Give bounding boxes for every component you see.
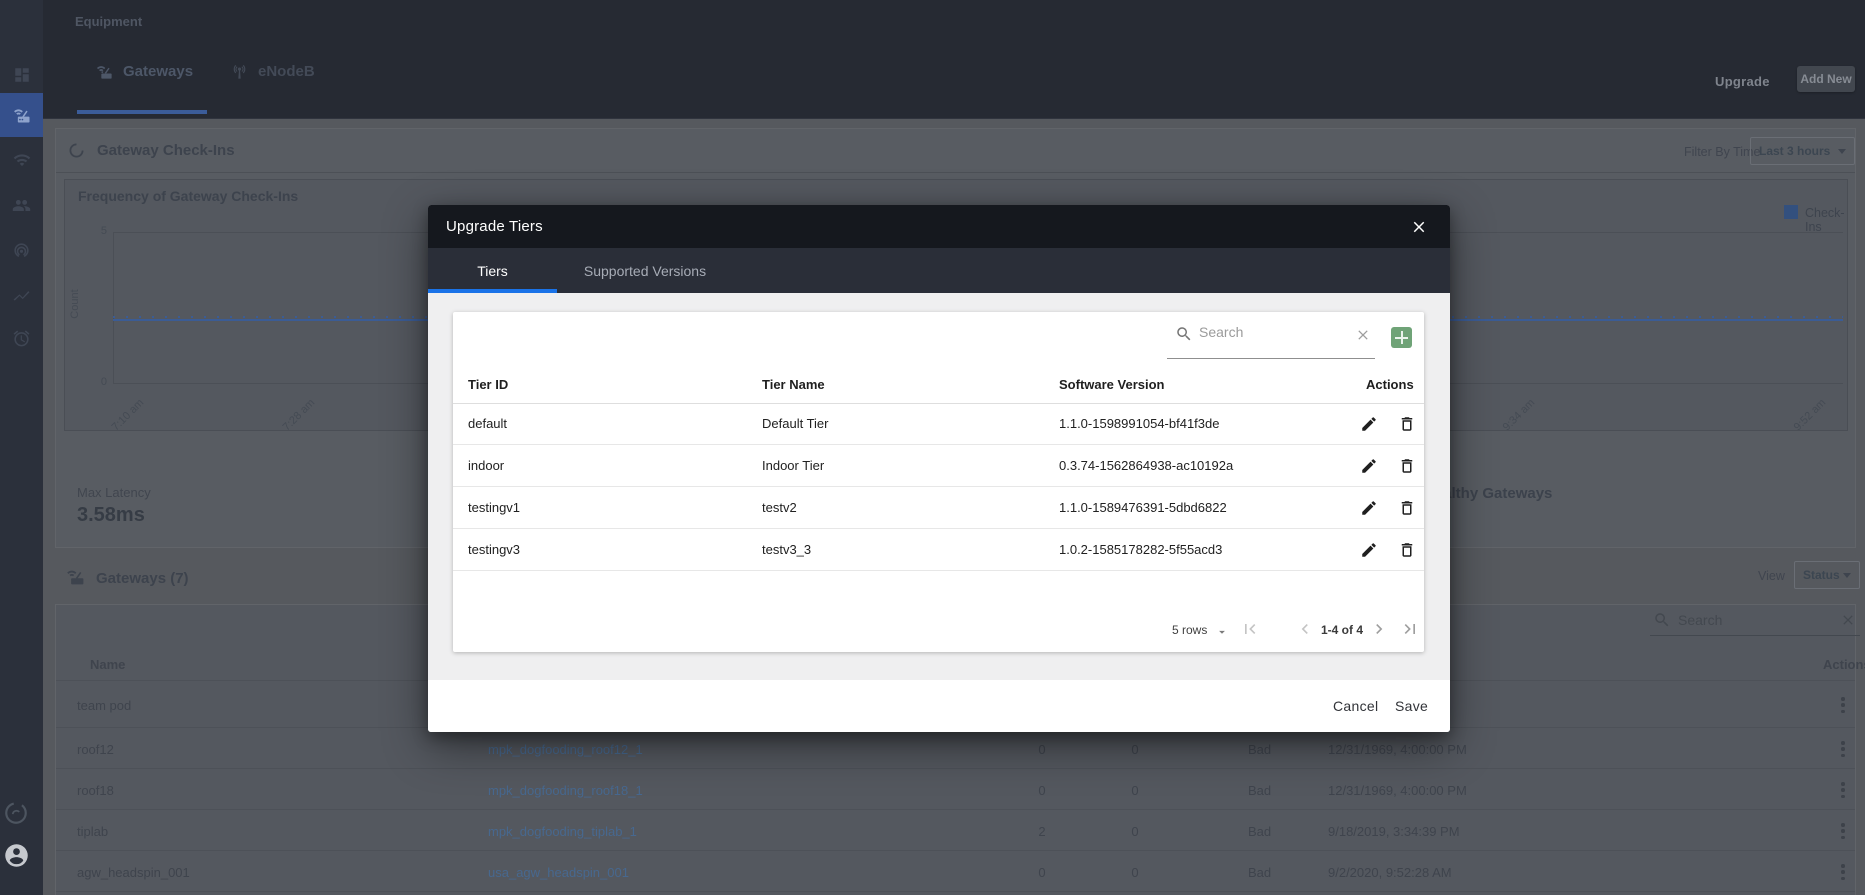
tier-row: testingv3 testv3_3 1.0.2-1585178282-5f55… [453,529,1424,571]
tier-row: default Default Tier 1.1.0-1598991054-bf… [453,403,1424,445]
edit-icon[interactable] [1360,498,1380,518]
pagination-bar: 5 rows 1-4 of 4 [453,615,1424,645]
delete-icon[interactable] [1398,540,1418,560]
last-page-icon[interactable] [1400,619,1420,639]
cell-tier-id: default [468,416,507,431]
dialog-header: Upgrade Tiers [428,205,1450,248]
clear-search-icon[interactable] [1355,326,1373,344]
delete-icon[interactable] [1398,414,1418,434]
search-icon [1175,325,1193,343]
dialog-footer: Cancel Save [428,680,1450,732]
cell-tier-id: testingv3 [468,542,520,557]
save-button[interactable]: Save [1395,698,1428,714]
tiers-search-input[interactable] [1199,324,1349,340]
edit-icon[interactable] [1360,414,1380,434]
cell-tier-name: testv2 [762,500,797,515]
cell-tier-name: Indoor Tier [762,458,824,473]
tab-supported-versions[interactable]: Supported Versions [557,248,733,293]
edit-icon[interactable] [1360,456,1380,476]
chevron-left-icon[interactable] [1295,619,1315,639]
tab-tiers-label: Tiers [477,263,508,279]
page-range-label: 1-4 of 4 [1321,623,1363,637]
cell-version: 1.1.0-1589476391-5dbd6822 [1059,500,1227,515]
caret-down-icon[interactable] [1215,625,1229,639]
tiers-table-card: Tier ID Tier Name Software Version Actio… [453,312,1424,652]
cell-tier-id: indoor [468,458,504,473]
edit-icon[interactable] [1360,540,1380,560]
search-underline [1167,358,1375,359]
screen: Equipment Gateways eNodeB Upgrade Add Ne… [0,0,1865,895]
dialog-tabbar: Tiers Supported Versions [428,248,1450,293]
upgrade-tiers-dialog: Upgrade Tiers Tiers Supported Versions [428,205,1450,732]
delete-icon[interactable] [1398,498,1418,518]
rows-per-page-value[interactable]: 5 rows [1172,623,1207,637]
cell-version: 0.3.74-1562864938-ac10192a [1059,458,1233,473]
close-icon[interactable] [1410,217,1430,237]
tier-row: indoor Indoor Tier 0.3.74-1562864938-ac1… [453,445,1424,487]
col-header-software-version: Software Version [1059,377,1164,392]
add-tier-button[interactable] [1391,327,1412,348]
chevron-right-icon[interactable] [1369,619,1389,639]
active-tab-underline [428,289,557,293]
dialog-title: Upgrade Tiers [446,218,543,235]
tab-tiers[interactable]: Tiers [428,248,557,293]
cell-version: 1.0.2-1585178282-5f55acd3 [1059,542,1222,557]
col-header-tier-id: Tier ID [468,377,508,392]
cancel-button[interactable]: Cancel [1333,698,1378,714]
cell-tier-name: Default Tier [762,416,828,431]
col-header-actions: Actions [1366,377,1414,392]
tab-supported-versions-label: Supported Versions [584,263,706,279]
cell-version: 1.1.0-1598991054-bf41f3de [1059,416,1219,431]
tier-row: testingv1 testv2 1.1.0-1589476391-5dbd68… [453,487,1424,529]
first-page-icon[interactable] [1240,619,1260,639]
delete-icon[interactable] [1398,456,1418,476]
cell-tier-id: testingv1 [468,500,520,515]
cell-tier-name: testv3_3 [762,542,811,557]
col-header-tier-name: Tier Name [762,377,825,392]
